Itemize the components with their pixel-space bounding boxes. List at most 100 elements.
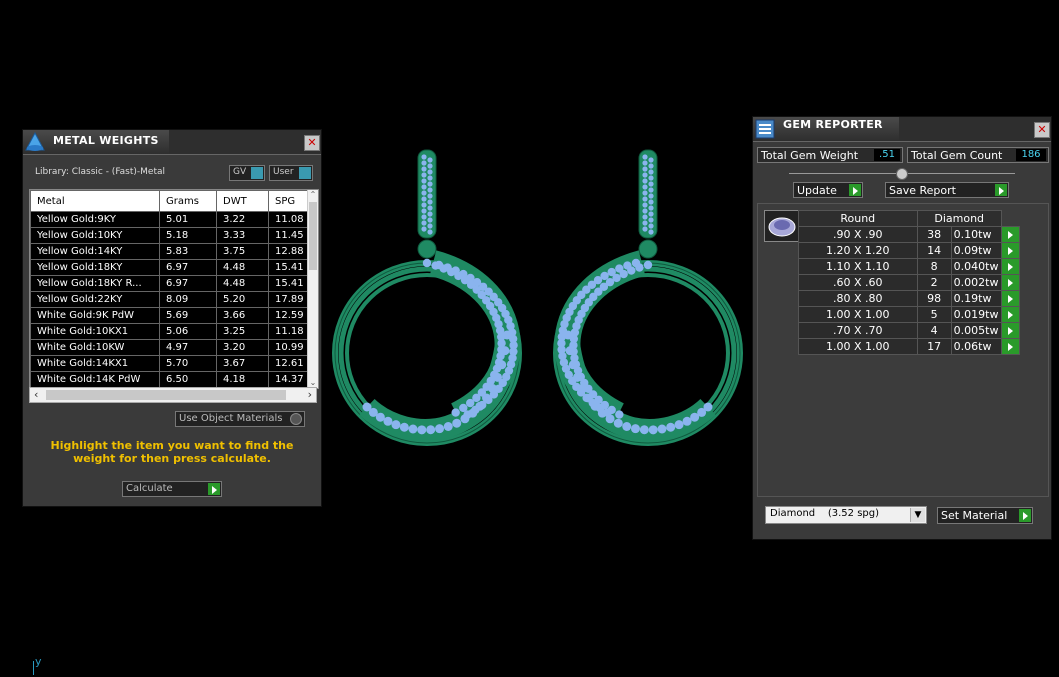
bar-gem — [642, 214, 648, 220]
metal-row[interactable]: Yellow Gold:9KY 5.01 3.22 11.08 — [30, 211, 311, 228]
metal-table-vertical-scrollbar[interactable]: ⌃ ⌄ — [307, 190, 318, 388]
horizontal-scroll-thumb[interactable] — [46, 390, 286, 400]
bar-gem — [642, 208, 648, 214]
gem-row[interactable]: .80 X .80 98 0.19tw — [798, 290, 1021, 307]
metal-column-header[interactable]: DWT — [216, 190, 269, 212]
metal-cell-metal: Yellow Gold:9KY — [30, 211, 160, 228]
metal-weights-titlebar[interactable]: METAL WEIGHTS — [23, 130, 169, 155]
scroll-thumb[interactable] — [309, 202, 317, 270]
gem-size-cell: .90 X .90 — [798, 226, 918, 243]
report-slider[interactable] — [789, 168, 1015, 182]
gem-size-cell: 1.20 X 1.20 — [798, 242, 918, 259]
save-report-button[interactable]: Save Report — [885, 182, 1009, 198]
scroll-up-arrow-icon[interactable]: ⌃ — [308, 190, 318, 200]
lower-gem — [563, 330, 573, 340]
metal-row[interactable]: Yellow Gold:14KY 5.83 3.75 12.88 — [30, 243, 311, 260]
chevron-down-icon[interactable]: ▼ — [910, 508, 925, 522]
gv-toggle[interactable]: GV — [229, 165, 265, 181]
gem-row[interactable]: 1.10 X 1.10 8 0.040tw — [798, 258, 1021, 275]
total-gem-weight-label: Total Gem Weight — [761, 149, 859, 162]
update-button[interactable]: Update — [793, 182, 863, 198]
bar-gem — [648, 193, 654, 199]
bar-gem — [421, 190, 427, 196]
use-object-materials-button[interactable]: Use Object Materials — [175, 411, 305, 427]
round-gem-thumbnail-icon[interactable] — [764, 210, 800, 242]
bar-gem — [642, 160, 648, 166]
gem-table: Round Diamond .90 X .90 38 0.10tw 1.20 X 1.… — [798, 210, 1021, 355]
lower-gem — [493, 372, 503, 382]
metal-table-horizontal-scrollbar[interactable]: ‹ › — [29, 387, 317, 403]
bar-gem — [427, 217, 433, 223]
metal-weights-close-button[interactable]: ✕ — [304, 135, 320, 151]
lower-gem — [408, 424, 418, 434]
bar-gem — [648, 199, 654, 205]
gem-row[interactable]: .90 X .90 38 0.10tw — [798, 226, 1021, 243]
select-gem-arrow-icon[interactable] — [1000, 258, 1021, 275]
metal-column-header[interactable]: SPG — [268, 190, 311, 212]
metal-column-header[interactable]: Metal — [30, 190, 160, 212]
total-gem-count-value: 186 — [1016, 149, 1046, 161]
material-select[interactable]: Diamond (3.52 spg) ▼ — [765, 506, 927, 524]
metal-row[interactable]: Yellow Gold:18KY R... 6.97 4.48 15.41 — [30, 275, 311, 292]
select-gem-arrow-icon[interactable] — [1000, 306, 1021, 323]
bar-gem — [642, 196, 648, 202]
metal-cell-metal: Yellow Gold:22KY — [30, 291, 160, 308]
earrings-viewport[interactable] — [320, 145, 760, 465]
metal-row[interactable]: White Gold:10KX1 5.06 3.25 11.18 — [30, 323, 311, 340]
metal-row[interactable]: White Gold:14K PdW 6.50 4.18 14.37 — [30, 371, 311, 388]
lower-gem — [565, 346, 575, 356]
gem-reporter-titlebar[interactable]: GEM REPORTER — [753, 117, 899, 142]
earring-right — [553, 149, 743, 446]
bar-gem — [642, 178, 648, 184]
swirl-gem — [619, 269, 628, 279]
metal-cell-dwt: 4.48 — [216, 275, 269, 292]
metal-row[interactable]: White Gold:9K PdW 5.69 3.66 12.59 — [30, 307, 311, 324]
swirl-band-lower — [557, 333, 716, 441]
gem-row[interactable]: .70 X .70 4 0.005tw — [798, 322, 1021, 339]
bar-gem — [427, 163, 433, 169]
total-gem-count-label: Total Gem Count — [911, 149, 1003, 162]
gem-row[interactable]: 1.20 X 1.20 14 0.09tw — [798, 242, 1021, 259]
user-label: User — [273, 167, 294, 177]
lower-gem — [590, 401, 600, 411]
metal-row[interactable]: Yellow Gold:22KY 8.09 5.20 17.89 — [30, 291, 311, 308]
bar-gem — [427, 169, 433, 175]
lower-gem — [375, 412, 385, 422]
metal-row[interactable]: White Gold:14KX1 5.70 3.67 12.61 — [30, 355, 311, 372]
metal-table: Metal Grams DWT SPG Yellow Gold:9KY 5.01 3.22… — [30, 190, 311, 388]
user-toggle[interactable]: User — [269, 165, 313, 181]
lower-gem — [630, 424, 640, 434]
metal-cell-spg: 11.45 — [268, 227, 311, 244]
calculate-button[interactable]: Calculate — [122, 481, 222, 497]
gem-size-cell: .80 X .80 — [798, 290, 918, 307]
calculate-label: Calculate — [126, 483, 173, 494]
bar-gem — [427, 175, 433, 181]
gem-row[interactable]: 1.00 X 1.00 17 0.06tw — [798, 338, 1021, 355]
metal-column-header[interactable]: Grams — [159, 190, 217, 212]
gem-weight-cell: 0.19tw — [950, 290, 1002, 307]
gem-row[interactable]: 1.00 X 1.00 5 0.019tw — [798, 306, 1021, 323]
select-gem-arrow-icon[interactable] — [1000, 242, 1021, 259]
gem-weight-cell: 0.002tw — [950, 274, 1002, 291]
gem-row[interactable]: .60 X .60 2 0.002tw — [798, 274, 1021, 291]
select-gem-arrow-icon[interactable] — [1000, 290, 1021, 307]
gem-reporter-titlebar-fill — [899, 117, 1051, 142]
material-select-value: Diamond (3.52 spg) — [770, 508, 880, 519]
scroll-right-arrow-icon[interactable]: › — [308, 388, 312, 401]
select-gem-arrow-icon[interactable] — [1000, 226, 1021, 243]
metal-row[interactable]: White Gold:10KW 4.97 3.20 10.99 — [30, 339, 311, 356]
metal-row[interactable]: Yellow Gold:10KY 5.18 3.33 11.45 — [30, 227, 311, 244]
total-gem-weight-value: .51 — [874, 149, 900, 161]
slider-knob[interactable] — [896, 168, 908, 180]
metal-row[interactable]: Yellow Gold:18KY 6.97 4.48 15.41 — [30, 259, 311, 276]
lower-gem — [500, 346, 510, 356]
lower-gem — [502, 330, 512, 340]
select-gem-arrow-icon[interactable] — [1000, 274, 1021, 291]
set-material-button[interactable]: Set Material — [937, 507, 1033, 524]
scroll-left-arrow-icon[interactable]: ‹ — [34, 388, 38, 401]
bar-gem — [642, 202, 648, 208]
select-gem-arrow-icon[interactable] — [1000, 322, 1021, 339]
select-gem-arrow-icon[interactable] — [1000, 338, 1021, 355]
gem-reporter-close-button[interactable]: ✕ — [1034, 122, 1050, 138]
lower-gem — [417, 425, 427, 435]
